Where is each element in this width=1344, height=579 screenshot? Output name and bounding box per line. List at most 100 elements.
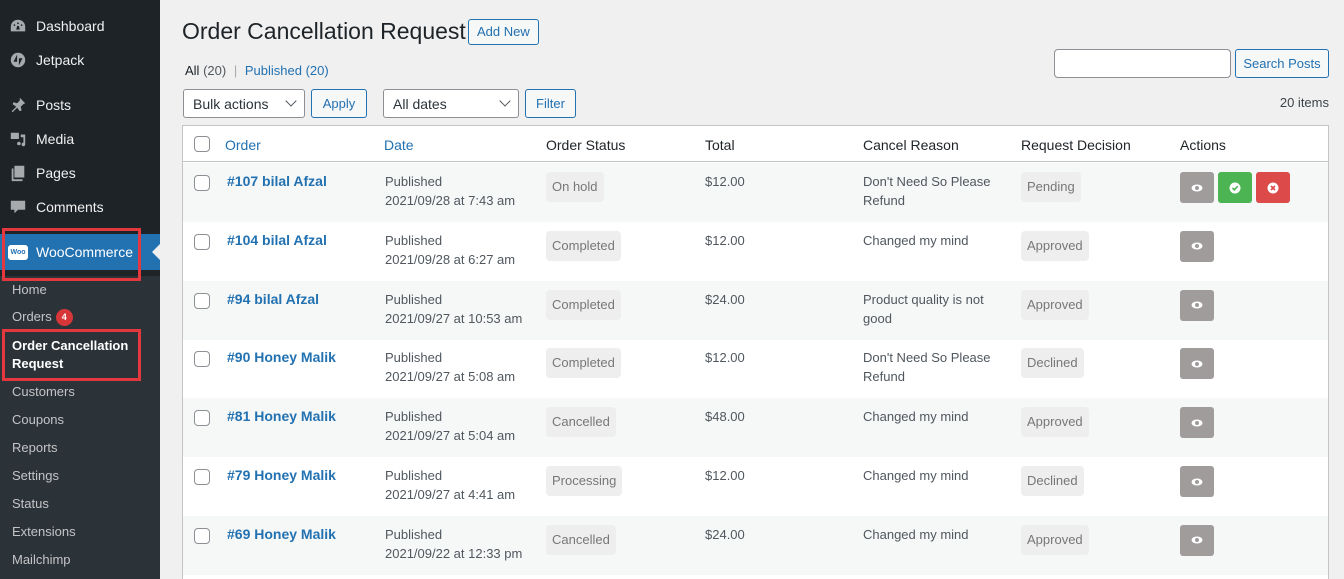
menu-item-media[interactable]: Media [0, 122, 160, 156]
cancel-reason: Changed my mind [863, 468, 969, 483]
order-total: $12.00 [705, 468, 745, 483]
cancel-reason: Changed my mind [863, 526, 969, 542]
view-button[interactable] [1180, 230, 1214, 262]
view-button[interactable] [1180, 524, 1214, 556]
search-input[interactable] [1054, 49, 1231, 78]
woocommerce-logo-icon: Woo [8, 244, 28, 260]
table-row: #90 Honey Malik Published 2021/09/27 at … [183, 339, 1328, 398]
column-order[interactable]: Order [225, 137, 261, 153]
view-button[interactable] [1180, 289, 1214, 321]
order-link[interactable]: #104 bilal Afzal [227, 231, 327, 250]
requests-table: Order Date Order Status Total Cancel Rea… [182, 125, 1329, 579]
menu-item-woocommerce[interactable]: Woo WooCommerce [0, 234, 160, 270]
column-date[interactable]: Date [384, 137, 414, 153]
row-checkbox[interactable] [194, 527, 210, 544]
date-status: Published [385, 468, 443, 483]
select-all-checkbox[interactable] [194, 136, 210, 152]
row-checkbox[interactable] [194, 292, 210, 309]
menu-item-dashboard[interactable]: Dashboard [0, 9, 160, 43]
order-link[interactable]: #81 Honey Malik [227, 407, 336, 426]
cancel-reason-line2: Refund [863, 369, 905, 385]
bulk-actions-select[interactable]: Bulk actions [183, 89, 305, 118]
cancel-reason-line2: Refund [863, 193, 905, 208]
submenu-item-customers[interactable]: Customers [12, 384, 75, 399]
order-link[interactable]: #107 bilal Afzal [227, 172, 327, 191]
cancel-reason: Don't Need So Please [863, 350, 991, 366]
jetpack-icon [8, 50, 28, 70]
date-status: Published [385, 291, 443, 307]
submenu-item-coupons[interactable]: Coupons [12, 412, 64, 427]
chevron-down-icon [499, 95, 511, 107]
menu-item-pages[interactable]: Pages [0, 156, 160, 190]
search-posts-button[interactable]: Search Posts [1235, 49, 1329, 78]
order-status-badge: Completed [546, 289, 621, 320]
date-value: 2021/09/27 at 5:08 am [385, 369, 516, 385]
submenu-item-status[interactable]: Status [12, 496, 49, 511]
column-actions: Actions [1180, 137, 1226, 153]
approve-button[interactable] [1218, 172, 1252, 203]
order-status-badge: Completed [546, 348, 621, 379]
order-link[interactable]: #94 bilal Afzal [227, 290, 319, 309]
date-value: 2021/09/27 at 5:04 am [385, 428, 516, 444]
eye-icon [1191, 184, 1203, 191]
order-total: $24.00 [705, 291, 745, 307]
row-checkbox[interactable] [194, 233, 210, 250]
cancel-reason: Product quality is not [863, 291, 984, 307]
cancel-reason: Changed my mind [863, 409, 969, 425]
filter-all[interactable]: All [185, 63, 199, 78]
chevron-down-icon [285, 95, 297, 107]
submenu-item-mailchimp[interactable]: Mailchimp [12, 552, 71, 567]
row-checkbox[interactable] [194, 175, 210, 191]
eye-icon [1191, 478, 1203, 485]
eye-icon [1191, 360, 1203, 368]
row-checkbox[interactable] [194, 469, 210, 485]
order-link[interactable]: #90 Honey Malik [227, 348, 336, 367]
date-status: Published [385, 232, 443, 248]
view-button[interactable] [1180, 466, 1214, 497]
add-new-button[interactable]: Add New [468, 19, 539, 45]
table-row: #94 bilal Afzal Published 2021/09/27 at … [183, 280, 1328, 340]
eye-icon [1191, 419, 1203, 427]
x-circle-icon [1267, 182, 1279, 193]
filter-published[interactable]: Published [245, 63, 302, 78]
order-total: $12.00 [705, 232, 745, 248]
order-link[interactable]: #79 Honey Malik [227, 466, 336, 485]
menu-item-comments[interactable]: Comments [0, 190, 160, 224]
row-checkbox[interactable] [194, 351, 210, 368]
pages-icon [8, 163, 28, 183]
cancel-reason-line2: good [863, 310, 892, 326]
table-row: #81 Honey Malik Published 2021/09/27 at … [183, 398, 1328, 458]
date-status: Published [385, 350, 443, 366]
decline-button[interactable] [1256, 172, 1290, 203]
submenu-item-home[interactable]: Home [12, 282, 47, 297]
menu-label: Pages [36, 165, 76, 181]
dates-select[interactable]: All dates [383, 89, 519, 118]
submenu-label-line2: Request [12, 356, 64, 371]
media-icon [8, 129, 28, 149]
row-checkbox[interactable] [194, 410, 210, 427]
submenu-item-reports[interactable]: Reports [12, 440, 58, 455]
date-value: 2021/09/28 at 7:43 am [385, 193, 516, 208]
view-button[interactable] [1180, 407, 1214, 439]
date-value: 2021/09/27 at 10:53 am [385, 310, 523, 326]
pin-icon [8, 95, 28, 115]
submenu-item-extensions[interactable]: Extensions [12, 524, 76, 539]
table-row: #107 bilal Afzal Published 2021/09/28 at… [183, 163, 1328, 222]
order-total: $48.00 [705, 409, 745, 425]
submenu-item-order-cancellation-request[interactable]: Order Cancellation Request [12, 337, 128, 373]
submenu-label: Order Cancellation [12, 338, 129, 353]
submenu-item-orders[interactable]: Orders 4 [12, 309, 73, 327]
table-row: #104 bilal Afzal Published 2021/09/28 at… [183, 222, 1328, 281]
menu-item-jetpack[interactable]: Jetpack [0, 43, 160, 77]
menu-label: Dashboard [36, 18, 105, 34]
view-button[interactable] [1180, 348, 1214, 380]
order-link[interactable]: #69 Honey Malik [227, 525, 336, 544]
apply-button[interactable]: Apply [311, 89, 367, 118]
filter-button[interactable]: Filter [525, 89, 576, 118]
menu-item-posts[interactable]: Posts [0, 88, 160, 122]
date-status: Published [385, 174, 443, 189]
menu-label: Media [36, 131, 75, 147]
view-button[interactable] [1180, 172, 1214, 203]
submenu-item-settings[interactable]: Settings [12, 468, 59, 483]
menu-label: Posts [36, 97, 72, 113]
